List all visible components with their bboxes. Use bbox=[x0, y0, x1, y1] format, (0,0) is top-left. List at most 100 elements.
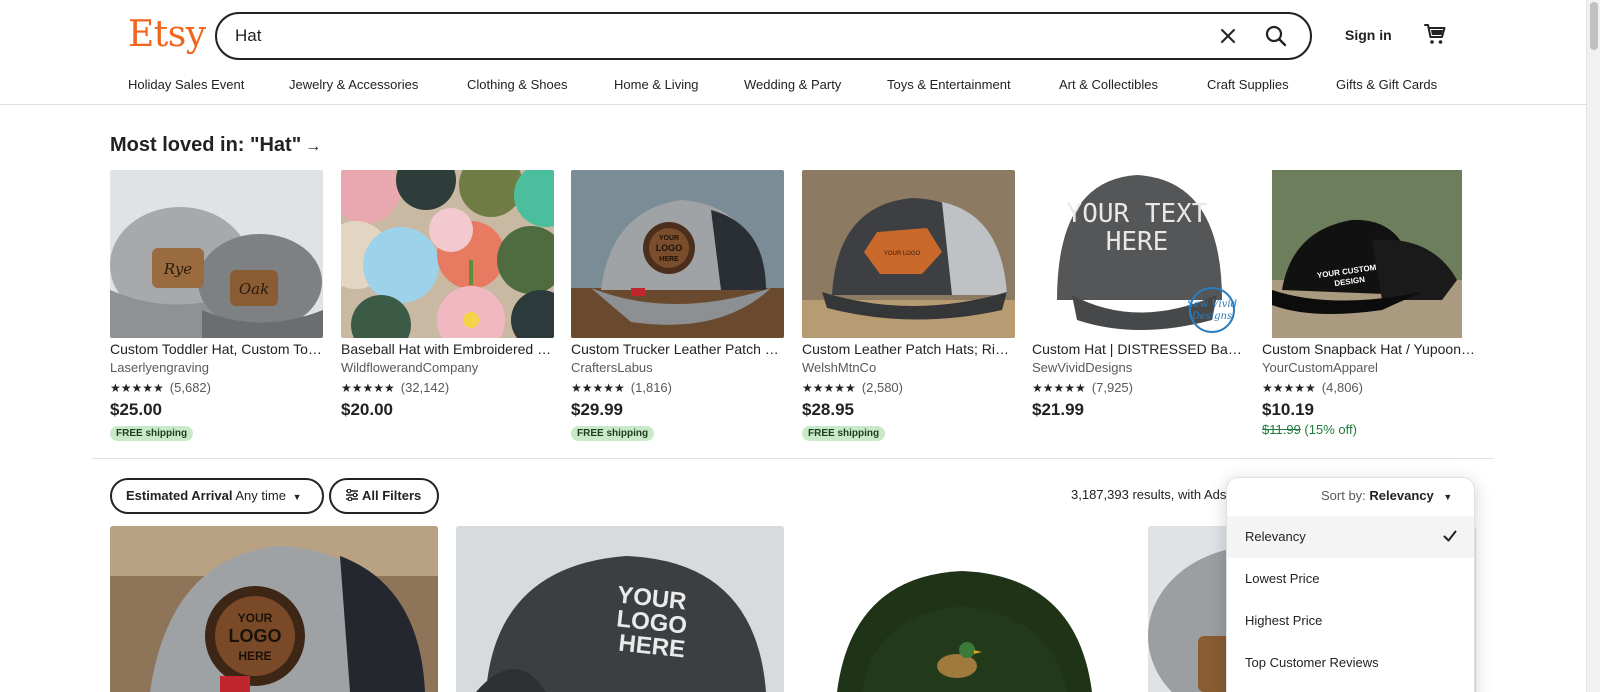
price: $28.95 bbox=[802, 400, 854, 419]
nav-item-toys[interactable]: Toys & Entertainment bbox=[887, 77, 1011, 92]
product-image[interactable]: YOUR LOGO HERE bbox=[571, 170, 784, 338]
product-image[interactable]: YOUR TEXT HERE Sew Vivid Designs bbox=[1032, 170, 1245, 338]
product-title[interactable]: Custom Trucker Leather Patch Hat bbox=[571, 341, 784, 357]
patch-signature-2: Oak bbox=[239, 280, 269, 298]
shop-name[interactable]: SewVividDesigns bbox=[1032, 360, 1132, 375]
free-shipping-badge: FREE shipping bbox=[571, 426, 655, 441]
shop-name[interactable]: WelshMtnCo bbox=[802, 360, 876, 375]
product-title[interactable]: Custom Leather Patch Hats; Richardson 11… bbox=[802, 341, 1015, 357]
sort-button[interactable]: Sort by: Relevancy ▼ bbox=[1321, 488, 1452, 503]
shop-name[interactable]: Laserlyengraving bbox=[110, 360, 209, 375]
loved-card[interactable]: YOUR CUSTOM DESIGN Custom Snapback Hat /… bbox=[1262, 170, 1475, 445]
sort-value: Relevancy bbox=[1369, 488, 1434, 503]
watermark-text-2: Designs bbox=[1191, 311, 1232, 322]
nav-item-craft[interactable]: Craft Supplies bbox=[1207, 77, 1289, 92]
caret-down-icon: ▼ bbox=[292, 492, 302, 502]
search-bar bbox=[215, 12, 1312, 60]
product-image[interactable]: Rye Oak bbox=[110, 170, 323, 338]
nav-item-art[interactable]: Art & Collectibles bbox=[1059, 77, 1158, 92]
etsy-logo[interactable]: Etsy bbox=[128, 14, 206, 55]
product-title[interactable]: Custom Snapback Hat / Yupoong Flat Bill bbox=[1262, 341, 1475, 357]
filter-sliders-icon bbox=[346, 488, 358, 502]
product-image[interactable]: YOUR LOGO HERE bbox=[456, 526, 784, 692]
shop-name[interactable]: YourCustomApparel bbox=[1262, 360, 1378, 375]
original-price: $11.99 bbox=[1262, 422, 1301, 437]
star-rating-icon: ★★★★★ bbox=[1262, 381, 1316, 395]
star-rating-icon: ★★★★★ bbox=[1032, 381, 1086, 395]
arrival-label: Estimated Arrival bbox=[126, 488, 233, 503]
shop-name[interactable]: CraftersLabus bbox=[571, 360, 653, 375]
price: $10.19 bbox=[1262, 400, 1314, 419]
loved-card[interactable]: Baseball Hat with Embroidered Patch Wild… bbox=[341, 170, 554, 445]
loved-card[interactable]: YOUR TEXT HERE Sew Vivid Designs Custom … bbox=[1032, 170, 1245, 445]
logo-text-2: LOGO bbox=[656, 243, 683, 253]
results-count: 3,187,393 results, with Ads bbox=[1071, 487, 1227, 502]
all-filters-label: All Filters bbox=[362, 488, 422, 503]
sort-option-highest-price[interactable]: Highest Price bbox=[1227, 600, 1474, 642]
hat-text-line2: HERE bbox=[1106, 227, 1169, 257]
clear-search-icon[interactable] bbox=[1217, 25, 1239, 47]
shop-name[interactable]: WildflowerandCompany bbox=[341, 360, 478, 375]
arrow-right-icon: → bbox=[305, 138, 322, 155]
sort-dropdown[interactable]: Sort by: Relevancy ▼ Relevancy Lowest Pr… bbox=[1226, 477, 1475, 692]
most-loved-heading[interactable]: Most loved in: "Hat" → bbox=[110, 134, 321, 157]
estimated-arrival-filter[interactable]: Estimated Arrival Any time ▼ bbox=[110, 478, 324, 514]
sort-label: Sort by: bbox=[1321, 488, 1366, 503]
product-title[interactable]: Custom Toddler Hat, Custom Toddler Hat w… bbox=[110, 341, 323, 357]
loved-card[interactable]: Rye Oak Custom Toddler Hat, Custom Todd l… bbox=[110, 170, 323, 445]
free-shipping-badge: FREE shipping bbox=[802, 426, 886, 441]
patch-logo-text: YOUR LOGO bbox=[884, 251, 921, 257]
product-image[interactable] bbox=[341, 170, 554, 338]
section-divider bbox=[92, 458, 1494, 459]
rating: ★★★★★ (32,142) bbox=[341, 380, 449, 395]
rating: ★★★★★ (4,806) bbox=[1262, 380, 1363, 395]
search-icon[interactable] bbox=[1264, 24, 1288, 48]
product-image[interactable]: YOUR CUSTOM DESIGN bbox=[1262, 170, 1475, 338]
product-image[interactable] bbox=[802, 526, 1130, 692]
star-rating-icon: ★★★★★ bbox=[341, 381, 395, 395]
logo-text-1: YOUR bbox=[659, 235, 679, 242]
nav-item-jewelry[interactable]: Jewelry & Accessories bbox=[289, 77, 418, 92]
star-rating-icon: ★★★★★ bbox=[802, 381, 856, 395]
scrollbar-thumb[interactable] bbox=[1590, 2, 1598, 50]
sort-option-label: Relevancy bbox=[1245, 529, 1306, 544]
rating: ★★★★★ (2,580) bbox=[802, 380, 903, 395]
checkmark-icon bbox=[1443, 530, 1457, 542]
discount: (15% off) bbox=[1304, 422, 1357, 437]
free-shipping-badge: FREE shipping bbox=[110, 426, 194, 441]
page-scrollbar[interactable] bbox=[1586, 0, 1600, 692]
review-count: (32,142) bbox=[400, 380, 450, 395]
sort-option-label: Highest Price bbox=[1245, 613, 1323, 628]
sort-option-top-reviews[interactable]: Top Customer Reviews bbox=[1227, 642, 1474, 684]
logo-text-3: HERE bbox=[238, 649, 271, 663]
product-image[interactable]: YOUR LOGO HERE bbox=[110, 526, 438, 692]
review-count: (5,682) bbox=[169, 380, 211, 395]
watermark-text-1: Sew Vivid bbox=[1187, 299, 1237, 310]
patch-signature-1: Rye bbox=[163, 260, 193, 278]
cart-icon[interactable] bbox=[1423, 22, 1447, 46]
nav-item-home[interactable]: Home & Living bbox=[614, 77, 699, 92]
sort-option-relevancy[interactable]: Relevancy bbox=[1227, 516, 1474, 558]
sign-in-link[interactable]: Sign in bbox=[1345, 27, 1392, 43]
loved-card[interactable]: YOUR LOGO Custom Leather Patch Hats; Ric… bbox=[802, 170, 1015, 445]
nav-item-holiday-sales[interactable]: Holiday Sales Event bbox=[128, 77, 244, 92]
product-image[interactable]: YOUR LOGO bbox=[802, 170, 1015, 338]
loved-card[interactable]: YOUR LOGO HERE Custom Trucker Leather Pa… bbox=[571, 170, 784, 445]
category-nav: Holiday Sales Event Jewelry & Accessorie… bbox=[0, 74, 1586, 105]
review-count: (2,580) bbox=[861, 380, 903, 395]
review-count: (7,925) bbox=[1091, 380, 1133, 395]
all-filters-button[interactable]: All Filters bbox=[329, 478, 439, 514]
nav-item-gifts[interactable]: Gifts & Gift Cards bbox=[1336, 77, 1437, 92]
arrival-value: Any time bbox=[235, 488, 286, 503]
product-title[interactable]: Custom Hat | DISTRESSED Baseball Cap bbox=[1032, 341, 1245, 357]
logo-text-2: LOGO bbox=[229, 626, 282, 646]
product-title[interactable]: Baseball Hat with Embroidered Patch bbox=[341, 341, 554, 357]
star-rating-icon: ★★★★★ bbox=[110, 381, 164, 395]
rating: ★★★★★ (7,925) bbox=[1032, 380, 1133, 395]
hat-text-line1: YOUR TEXT bbox=[1067, 199, 1208, 229]
sort-option-lowest-price[interactable]: Lowest Price bbox=[1227, 558, 1474, 600]
search-input[interactable] bbox=[235, 23, 1135, 49]
price: $20.00 bbox=[341, 400, 393, 419]
nav-item-wedding[interactable]: Wedding & Party bbox=[744, 77, 841, 92]
nav-item-clothing[interactable]: Clothing & Shoes bbox=[467, 77, 567, 92]
